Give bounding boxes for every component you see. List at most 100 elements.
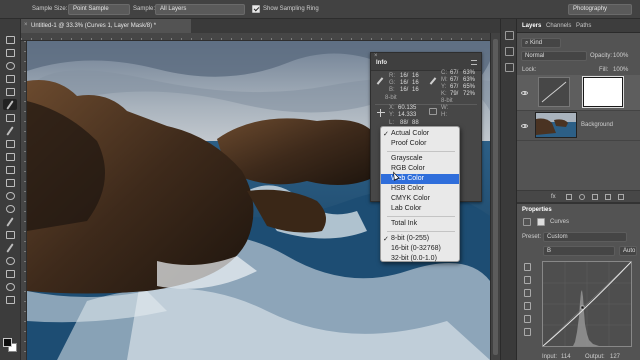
auto-button[interactable]: Auto [619,246,637,256]
y-value: 67/ [450,84,459,90]
type-tool-icon[interactable] [3,229,17,240]
trash-icon[interactable] [618,194,624,200]
show-sampling-ring-label: Show Sampling Ring [263,6,319,12]
info-panel-header[interactable]: × Info [371,53,481,71]
tools-panel [0,19,21,360]
black-point-eyedropper-icon[interactable] [520,274,534,286]
options-bar: Sample Size: Point Sample Sample: All La… [0,0,640,19]
zoom-tool-icon[interactable] [3,281,17,292]
r-value: 16/ [400,73,409,79]
edit-toolbar-icon[interactable] [3,294,17,305]
menu-item-total-ink[interactable]: Total Ink [381,219,459,229]
bit-depth-left: 8-bit [385,95,397,101]
dodge-tool-icon[interactable] [3,203,17,214]
menu-item-16-bit[interactable]: 16-bit (0-32768) [381,244,459,254]
y-coord-label: Y: [389,112,395,118]
layer-filter-kind-select[interactable]: ⌕ Kind [521,38,561,48]
menu-item-8-bit[interactable]: ✓ 8-bit (0-255) [381,234,459,244]
lasso-tool-icon[interactable] [3,60,17,71]
layers-panel-footer: fx [517,190,640,202]
visibility-eye-icon[interactable] [521,124,528,128]
background-layer-name: Background [581,122,614,128]
menu-item-hsb-color[interactable]: HSB Color [381,184,459,194]
adjustment-layer-icon[interactable] [579,194,585,200]
healing-brush-tool-icon[interactable] [3,112,17,123]
k-value-2: 72% [463,91,476,97]
eyedropper-rgb-icon[interactable] [376,77,384,85]
on-image-adjust-icon[interactable] [520,261,534,273]
clone-stamp-tool-icon[interactable] [3,138,17,149]
menu-item-32-bit[interactable]: 32-bit (0.0-1.0) [381,254,459,264]
eyedropper-cmyk-icon[interactable] [429,77,437,85]
pen-tool-icon[interactable] [3,216,17,227]
move-tool-icon[interactable] [3,34,17,45]
mask-icon[interactable] [537,218,545,226]
close-tab-icon[interactable]: × [24,22,28,28]
sample-select[interactable]: All Layers [155,4,245,15]
white-point-eyedropper-icon[interactable] [520,300,534,312]
menu-item-grayscale[interactable]: Grayscale [381,154,459,164]
crop-tool-icon[interactable] [3,86,17,97]
curves-adjustment-thumbnail[interactable] [538,77,570,107]
marquee-tool-icon[interactable] [3,47,17,58]
path-selection-tool-icon[interactable] [3,242,17,253]
pencil-curve-icon[interactable] [520,326,534,338]
curves-graph[interactable] [542,261,632,347]
history-panel-icon[interactable] [505,31,514,40]
g-value-2: 16 [412,80,419,86]
curve-point-tool-icon[interactable] [520,313,534,325]
add-mask-icon[interactable] [566,194,572,200]
info-panel-icon[interactable] [505,47,514,56]
menu-item-lab-color[interactable]: Lab Color [381,204,459,214]
history-brush-tool-icon[interactable] [3,151,17,162]
foreground-color-swatch[interactable] [3,338,12,347]
channel-select[interactable]: B [543,246,615,256]
preset-label: Preset: [522,234,542,240]
panel-menu-icon[interactable] [471,60,477,65]
eraser-tool-icon[interactable] [3,164,17,175]
checkmark-icon: ✓ [383,236,389,243]
background-layer-thumbnail[interactable] [535,112,577,138]
opacity-value[interactable]: 100% [613,53,628,59]
layer-mask-thumbnail[interactable] [582,76,624,108]
new-group-icon[interactable] [592,194,598,200]
workspace-select[interactable]: Photography [568,4,632,15]
fill-value[interactable]: 100% [613,67,628,73]
menu-item-cmyk-color[interactable]: CMYK Color [381,194,459,204]
brush-tool-icon[interactable] [3,125,17,136]
scrollbar-thumb[interactable] [493,39,498,355]
document-tab-bar: × Untitled-1 @ 33.3% (Curves 1, Layer Ma… [21,19,500,33]
preset-select[interactable]: Custom [543,232,627,242]
tab-channels[interactable]: Channels [546,23,571,29]
hand-tool-icon[interactable] [3,268,17,279]
gray-point-eyedropper-icon[interactable] [520,287,534,299]
close-panel-icon[interactable]: × [374,53,378,59]
x-value: 60.135 [398,105,417,111]
new-layer-icon[interactable] [605,194,611,200]
layer-effects-icon[interactable]: fx [551,194,556,200]
adjustment-name: Curves [550,219,570,225]
visibility-eye-icon[interactable] [521,91,528,95]
menu-item-proof-color[interactable]: Proof Color [381,139,459,149]
gradient-tool-icon[interactable] [3,177,17,188]
document-tab[interactable]: × Untitled-1 @ 33.3% (Curves 1, Layer Ma… [21,19,191,33]
sample-size-select[interactable]: Point Sample [68,4,130,15]
input-label: Input: [542,354,558,360]
show-sampling-ring-checkbox[interactable] [252,5,260,13]
b-label: B: [389,87,395,93]
output-value[interactable]: 127 [610,354,620,360]
menu-item-actual-color[interactable]: ✓ Actual Color [381,129,459,139]
tab-paths[interactable]: Paths [576,23,591,29]
blur-tool-icon[interactable] [3,190,17,201]
right-panel-dock: Layers Channels Paths ⌕ Kind Normal Opac… [517,19,640,360]
swatches-panel-icon[interactable] [505,63,514,72]
eyedropper-tool-icon[interactable] [3,99,17,110]
shape-tool-icon[interactable] [3,255,17,266]
blend-mode-select[interactable]: Normal [521,51,587,61]
vertical-scrollbar[interactable] [490,33,500,360]
input-value[interactable]: 114 [561,354,571,360]
quick-select-tool-icon[interactable] [3,73,17,84]
tab-layers[interactable]: Layers [522,23,541,29]
c-value-2: 63% [463,70,476,76]
g-label: G: [389,80,396,86]
